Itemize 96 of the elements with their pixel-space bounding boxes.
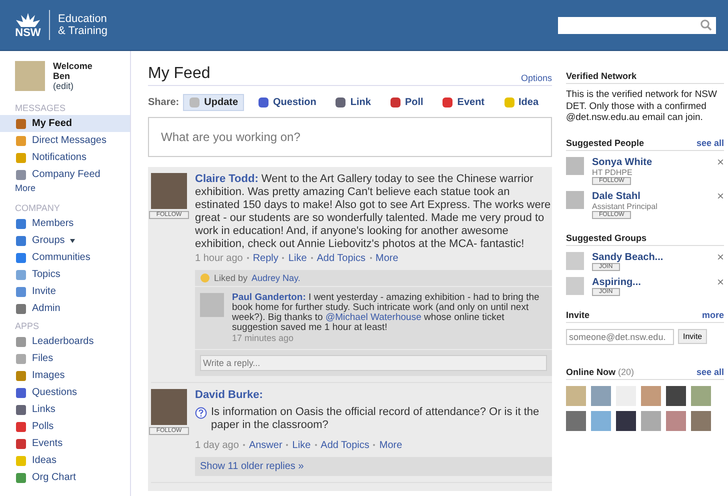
action-link[interactable]: Add Topics bbox=[320, 440, 370, 451]
share-tab[interactable]: Event bbox=[437, 95, 490, 110]
group-link[interactable]: Aspiring... bbox=[592, 276, 641, 288]
user-name: Ben bbox=[53, 71, 72, 81]
sidebar-item[interactable]: Company Feed bbox=[0, 166, 130, 183]
sidebar-item[interactable]: Communities bbox=[0, 249, 130, 266]
question-text: Is information on Oasis the official record of attendance? Or is it the paper in the classroom? bbox=[211, 406, 540, 432]
group-link[interactable]: Sandy Beach... bbox=[592, 252, 664, 262]
sidebar-item[interactable]: My Feed bbox=[0, 115, 130, 132]
section-title: Suggested Groups bbox=[566, 232, 647, 242]
logo-text: & Training bbox=[58, 25, 108, 37]
sidebar-item[interactable]: Leaderboards bbox=[0, 333, 130, 350]
author-link[interactable]: Paul Ganderton: bbox=[232, 292, 306, 303]
section-heading: MESSAGES bbox=[14, 102, 67, 115]
action-link[interactable]: More bbox=[376, 253, 398, 264]
sidebar-item[interactable]: Questions bbox=[0, 384, 130, 401]
person-role: Assistant Principal bbox=[592, 202, 658, 210]
section-heading: APPS bbox=[14, 320, 40, 333]
see-all-link[interactable]: see all bbox=[696, 138, 724, 148]
photo-placeholder bbox=[151, 173, 187, 209]
dismiss-button[interactable]: × bbox=[716, 276, 724, 286]
sidebar-item[interactable]: Files bbox=[0, 350, 130, 367]
share-tab[interactable]: Poll bbox=[384, 95, 428, 110]
author-link[interactable]: David Burke: bbox=[195, 389, 263, 401]
page-title: My Feed bbox=[148, 65, 210, 83]
photo-placeholder bbox=[566, 252, 584, 270]
search-icon bbox=[700, 19, 712, 31]
invite-button[interactable]: Invite bbox=[678, 329, 708, 344]
photo-placeholder bbox=[151, 389, 187, 425]
sidebar-item[interactable]: Org Chart bbox=[0, 469, 130, 486]
section-title: Verified Network bbox=[566, 71, 637, 81]
sidebar-item[interactable]: Invite bbox=[0, 283, 130, 300]
reply-text: Paul Ganderton: I went yesterday - amazing exhibition - had to bring the book home for further study. Such intricate work (and only on until next week?). Big thanks to @Michael Waterhouse whose online ticket suggestion saved me 1 hour at least! bbox=[232, 293, 540, 333]
mention-link[interactable]: @Michael Waterhouse bbox=[325, 312, 422, 323]
avatar-picture[interactable] bbox=[616, 410, 636, 430]
caret-icon bbox=[70, 238, 75, 242]
options-link[interactable]: Options bbox=[520, 73, 552, 83]
search-field[interactable] bbox=[558, 16, 716, 34]
photo-placeholder bbox=[200, 293, 224, 317]
avatar-picture bbox=[566, 190, 584, 208]
more-link[interactable]: more bbox=[702, 310, 724, 320]
sidebar-item[interactable]: Topics bbox=[0, 266, 130, 283]
edit-link[interactable]: (edit) bbox=[53, 81, 92, 91]
section-heading: COMPANY bbox=[14, 202, 61, 215]
section-title: Suggested People bbox=[566, 138, 644, 148]
person-link[interactable]: Dale Stahl bbox=[592, 190, 640, 202]
action-link[interactable]: Reply bbox=[252, 253, 278, 264]
action-link[interactable]: Answer bbox=[248, 440, 282, 451]
sidebar-item[interactable]: Members bbox=[0, 215, 130, 232]
sidebar-item[interactable]: Events bbox=[0, 435, 130, 452]
sidebar-item[interactable]: Groups bbox=[0, 232, 130, 249]
sidebar-item[interactable]: Admin bbox=[0, 300, 130, 317]
welcome-text: Welcome bbox=[53, 61, 92, 71]
sidebar-item[interactable]: Direct Messages bbox=[0, 132, 130, 149]
dismiss-button[interactable]: × bbox=[716, 252, 724, 262]
avatar-picture bbox=[566, 156, 584, 174]
action-link[interactable]: Like bbox=[288, 253, 307, 264]
see-all-link[interactable]: see all bbox=[696, 366, 724, 376]
person-role: HT PDHPE bbox=[592, 168, 632, 176]
share-tab[interactable]: Idea bbox=[498, 95, 544, 110]
liked-label: Liked by bbox=[214, 273, 248, 283]
action-link[interactable]: More bbox=[379, 440, 402, 451]
logo-text: Education bbox=[58, 13, 108, 25]
sidebar-item[interactable]: Ideas bbox=[0, 452, 130, 469]
share-label: Share: bbox=[148, 97, 180, 108]
share-tab[interactable]: Link bbox=[330, 95, 376, 110]
section-title: Invite bbox=[566, 310, 590, 320]
share-tab[interactable]: Question bbox=[253, 95, 322, 110]
logo-mark: NSW bbox=[15, 28, 41, 38]
dismiss-button[interactable]: × bbox=[716, 156, 724, 166]
reply-field[interactable]: Write a reply... bbox=[200, 355, 547, 371]
email-field[interactable]: someone@det.nsw.edu. bbox=[566, 328, 674, 344]
action-link[interactable]: Add Topics bbox=[316, 253, 366, 264]
section-title: Online Now (20) bbox=[566, 366, 634, 376]
composer-field[interactable]: What are you working on? bbox=[148, 117, 552, 157]
verified-text: This is the verified network for NSW DET. Only those with a confirmed @det.nsw.edu.au email can join. bbox=[566, 89, 718, 124]
sidebar-item[interactable]: Notifications bbox=[0, 149, 130, 166]
reply-time: 17 minutes ago bbox=[232, 333, 294, 343]
waratah-logo-icon bbox=[15, 12, 41, 28]
post-text: Claire Todd: Went to the Art Gallery today to see the Chinese warrior exhibition. Was pretty amazing Can't believe each statue took an estinated 150 days to make! Also got to see Art Express. The works were great - our students are so wonderfully talented. Made me very proud to work in education! And, if anyone's looking for another awesome exhibition, check out Annie Liebovitz's photos at the MCA- fantastic! bbox=[195, 173, 552, 251]
avatar-picture[interactable] bbox=[666, 386, 686, 406]
person-link[interactable]: Sonya White bbox=[592, 156, 652, 168]
sidebar-item[interactable]: Polls bbox=[0, 418, 130, 435]
photo-placeholder bbox=[566, 276, 584, 294]
avatar-picture bbox=[15, 61, 45, 91]
show-older-link[interactable]: Show 11 older replies » bbox=[200, 461, 304, 472]
post-time: 1 day ago bbox=[195, 440, 239, 451]
more-link[interactable]: More bbox=[0, 183, 130, 199]
sidebar-item[interactable]: Images bbox=[0, 367, 130, 384]
author-link[interactable]: Claire Todd: bbox=[195, 173, 258, 185]
share-tab[interactable]: Update bbox=[183, 94, 244, 111]
dismiss-button[interactable]: × bbox=[716, 190, 724, 200]
post-time: 1 hour ago bbox=[195, 253, 243, 264]
liker-link[interactable]: Audrey Nay. bbox=[252, 273, 300, 283]
sidebar-item[interactable]: Links bbox=[0, 401, 130, 418]
action-link[interactable]: Like bbox=[292, 440, 311, 451]
